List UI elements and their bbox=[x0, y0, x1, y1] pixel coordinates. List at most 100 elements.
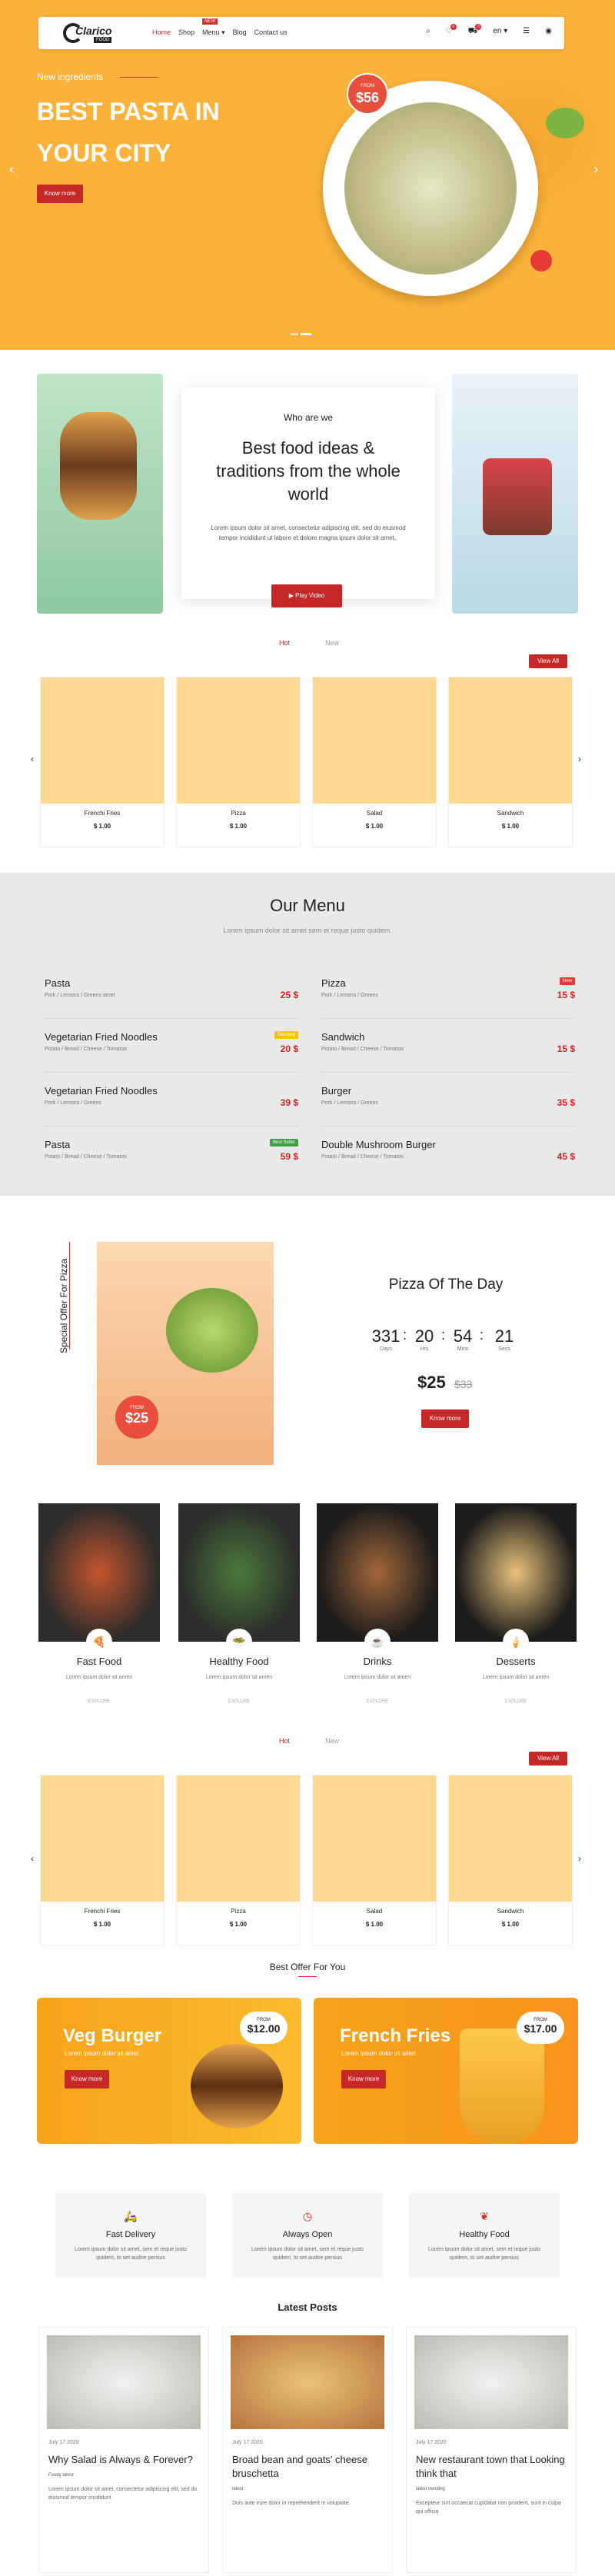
category-image-healthy-food[interactable] bbox=[178, 1503, 300, 1642]
post-title[interactable]: New restaurant town that Looking think t… bbox=[416, 2453, 567, 2481]
menu-item-price: 39 $ bbox=[280, 1097, 298, 1108]
hero-slider-dots[interactable] bbox=[291, 333, 311, 335]
nav-menu[interactable]: NEW Menu ▾ bbox=[202, 18, 225, 37]
product-card[interactable]: Frenchi Fries $ 1.00 bbox=[40, 677, 165, 847]
countdown-label: Days bbox=[380, 1346, 392, 1352]
user-icon[interactable]: ◉ bbox=[545, 27, 552, 37]
category-explore-link[interactable]: EXPLORE bbox=[455, 1699, 577, 1704]
product-card[interactable]: Frenchi Fries $ 1.00 bbox=[40, 1775, 165, 1945]
offer-know-more-button[interactable]: Know more bbox=[341, 2070, 386, 2088]
hero-price-badge: FROM $56 bbox=[347, 73, 388, 115]
tomato-image bbox=[530, 250, 552, 271]
product-card[interactable]: Sandwich $ 1.00 bbox=[448, 677, 573, 847]
our-menu-section: Our Menu Lorem ipsum dolor sit amet sem … bbox=[0, 873, 615, 1196]
nav-blog[interactable]: Blog bbox=[233, 28, 247, 37]
blog-post-card[interactable]: July 17 2020 Why Salad is Always & Foreve… bbox=[38, 2327, 209, 2573]
products-next-arrow[interactable]: › bbox=[578, 754, 581, 764]
products-prev-arrow[interactable]: ‹ bbox=[31, 1853, 34, 1864]
menu-item[interactable]: Double Mushroom Burger Potato / Bread / C… bbox=[321, 1134, 575, 1180]
feature-desc: Lorem ipsum dolor sit amet, sem et reque… bbox=[251, 2247, 364, 2261]
category-image-drinks[interactable] bbox=[317, 1503, 438, 1642]
view-all-button[interactable]: View All bbox=[529, 654, 567, 668]
wishlist-icon[interactable]: ♡ 0 bbox=[446, 24, 457, 37]
hero-know-more-button[interactable]: Know more bbox=[37, 185, 83, 203]
menu-toggle-icon[interactable]: ☰ bbox=[523, 27, 530, 37]
nav-home[interactable]: Home bbox=[152, 28, 171, 37]
category-desc: Lorem ipsum dolor sit amen bbox=[205, 1675, 273, 1680]
product-tabs-2: Hot New bbox=[279, 1737, 339, 1745]
offer-price-badge: FROM $17.00 bbox=[517, 2012, 564, 2044]
cake-side-image bbox=[452, 374, 578, 614]
product-image bbox=[177, 677, 300, 804]
product-card[interactable]: Salad $ 1.00 bbox=[312, 1775, 437, 1945]
about-title: Best food ideas & traditions from the wh… bbox=[216, 438, 401, 504]
category-explore-link[interactable]: EXPLORE bbox=[178, 1699, 300, 1704]
menu-item[interactable]: Burger Pork / Lemons / Greens 35 $ bbox=[321, 1080, 575, 1127]
blog-post-card[interactable]: July 17 2020 Broad bean and goats' cheese… bbox=[222, 2327, 393, 2573]
category-desc: Lorem ipsum dolor sit amen bbox=[65, 1675, 133, 1680]
wishlist-count: 0 bbox=[450, 24, 457, 30]
products-next-arrow[interactable]: › bbox=[578, 1853, 581, 1864]
blog-post-card[interactable]: July 17 2020 New restaurant town that Loo… bbox=[406, 2327, 577, 2573]
burger-image bbox=[191, 2044, 283, 2128]
play-video-button[interactable]: ▶ Play Video bbox=[271, 584, 342, 607]
category-explore-link[interactable]: EXPLORE bbox=[317, 1699, 438, 1704]
menu-item[interactable]: Pasta Potato / Bread / Cheese / Tomatos Be… bbox=[45, 1134, 298, 1180]
category-name[interactable]: Fast Food bbox=[38, 1656, 160, 1667]
search-icon[interactable]: ⌕ bbox=[426, 27, 430, 37]
product-card[interactable]: Salad $ 1.00 bbox=[312, 677, 437, 847]
hero-prev-arrow[interactable]: ‹ bbox=[9, 161, 14, 178]
category-name[interactable]: Desserts bbox=[455, 1656, 577, 1667]
pizza-know-more-button[interactable]: Know more bbox=[421, 1409, 469, 1428]
post-title[interactable]: Why Salad is Always & Forever? bbox=[48, 2453, 199, 2467]
post-tags: Foody latest bbox=[48, 2473, 74, 2478]
products-prev-arrow[interactable]: ‹ bbox=[31, 754, 34, 764]
menu-item[interactable]: Pasta Pork / Lemons / Greens amet 25 $ bbox=[45, 973, 298, 1019]
menu-item-desc: Pork / Lemons / Greens bbox=[321, 1100, 378, 1106]
menu-title: Our Menu bbox=[270, 896, 345, 915]
post-image bbox=[414, 2335, 568, 2429]
tab-hot[interactable]: Hot bbox=[279, 1737, 290, 1745]
feature-title: Healthy Food bbox=[459, 2230, 510, 2239]
category-explore-link[interactable]: EXPLORE bbox=[38, 1699, 160, 1704]
language-select[interactable]: en ▾ bbox=[493, 27, 507, 37]
nav-shop[interactable]: Shop bbox=[178, 28, 194, 37]
category-name[interactable]: Healthy Food bbox=[178, 1656, 300, 1667]
category-image-fast-food[interactable] bbox=[38, 1503, 160, 1642]
post-date: July 17 2020 bbox=[48, 2440, 79, 2445]
countdown-separator: : bbox=[403, 1327, 407, 1343]
nav-icons: ⌕ ♡ 0 ⛟ 0 en ▾ ☰ ◉ bbox=[426, 24, 552, 37]
countdown-separator: : bbox=[441, 1327, 446, 1343]
menu-item-desc: Pork / Lemons / Greens bbox=[45, 1100, 101, 1106]
product-image bbox=[177, 1776, 300, 1902]
new-item-badge: New bbox=[559, 977, 575, 985]
post-title[interactable]: Broad bean and goats' cheese bruschetta bbox=[232, 2453, 383, 2481]
offer-know-more-button[interactable]: Know more bbox=[65, 2070, 109, 2088]
category-image-desserts[interactable] bbox=[455, 1503, 577, 1642]
view-all-button[interactable]: View All bbox=[529, 1752, 567, 1766]
product-card[interactable]: Pizza $ 1.00 bbox=[176, 1775, 301, 1945]
menu-item[interactable]: Vegetarian Fried Noodles Pork / Lemons / … bbox=[45, 1080, 298, 1127]
play-video-label: Play Video bbox=[295, 592, 325, 599]
post-image bbox=[47, 2335, 201, 2429]
countdown-value: 331 bbox=[371, 1326, 401, 1346]
countdown-label: Secs bbox=[498, 1346, 510, 1352]
drinks-icon: ☕ bbox=[364, 1629, 391, 1655]
tab-new[interactable]: New bbox=[325, 639, 339, 647]
category-name[interactable]: Drinks bbox=[317, 1656, 438, 1667]
about-box: Who are we Best food ideas & traditions … bbox=[181, 388, 435, 599]
menu-item[interactable]: Pizza Pork / Lemons / Greens New 15 $ bbox=[321, 973, 575, 1019]
menu-item-name: Sandwich bbox=[321, 1031, 365, 1043]
hero-next-arrow[interactable]: › bbox=[593, 161, 598, 178]
product-card[interactable]: Sandwich $ 1.00 bbox=[448, 1775, 573, 1945]
tab-hot[interactable]: Hot bbox=[279, 639, 290, 647]
tab-new[interactable]: New bbox=[325, 1737, 339, 1745]
nav-contact[interactable]: Contact us bbox=[254, 28, 288, 37]
product-card[interactable]: Pizza $ 1.00 bbox=[176, 677, 301, 847]
menu-item[interactable]: Sandwich Potato / Bread / Cheese / Tomato… bbox=[321, 1027, 575, 1073]
brand-sub: FOOD bbox=[94, 37, 112, 43]
logo[interactable]: Clarico FOOD bbox=[63, 23, 120, 43]
countdown-separator: : bbox=[480, 1327, 484, 1343]
cart-icon[interactable]: ⛟ 0 bbox=[468, 24, 482, 37]
menu-item[interactable]: Vegetarian Fried Noodles Potato / Bread /… bbox=[45, 1027, 298, 1073]
